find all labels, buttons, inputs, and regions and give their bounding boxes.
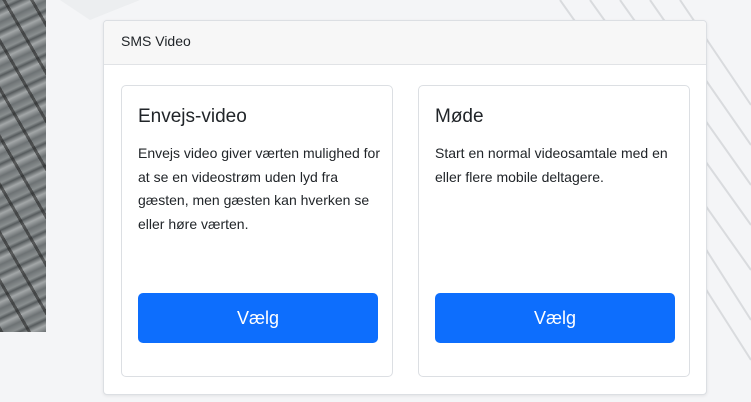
card-description: Start en normal videosamtale med en elle…	[435, 145, 668, 185]
card-description: Envejs video giver værten mulighed for a…	[138, 145, 381, 232]
sms-video-panel: SMS Video Envejs-video Envejs video give…	[103, 20, 707, 395]
select-meeting-button[interactable]: Vælg	[435, 293, 675, 343]
panel-title: SMS Video	[121, 33, 191, 49]
panel-header: SMS Video	[104, 21, 706, 65]
card-meeting: Møde Start en normal videosamtale med en…	[418, 85, 690, 377]
card-title: Møde	[435, 106, 484, 127]
card-one-way-video: Envejs-video Envejs video giver værten m…	[121, 85, 393, 377]
card-title: Envejs-video	[138, 106, 247, 127]
select-one-way-video-button[interactable]: Vælg	[138, 293, 378, 343]
